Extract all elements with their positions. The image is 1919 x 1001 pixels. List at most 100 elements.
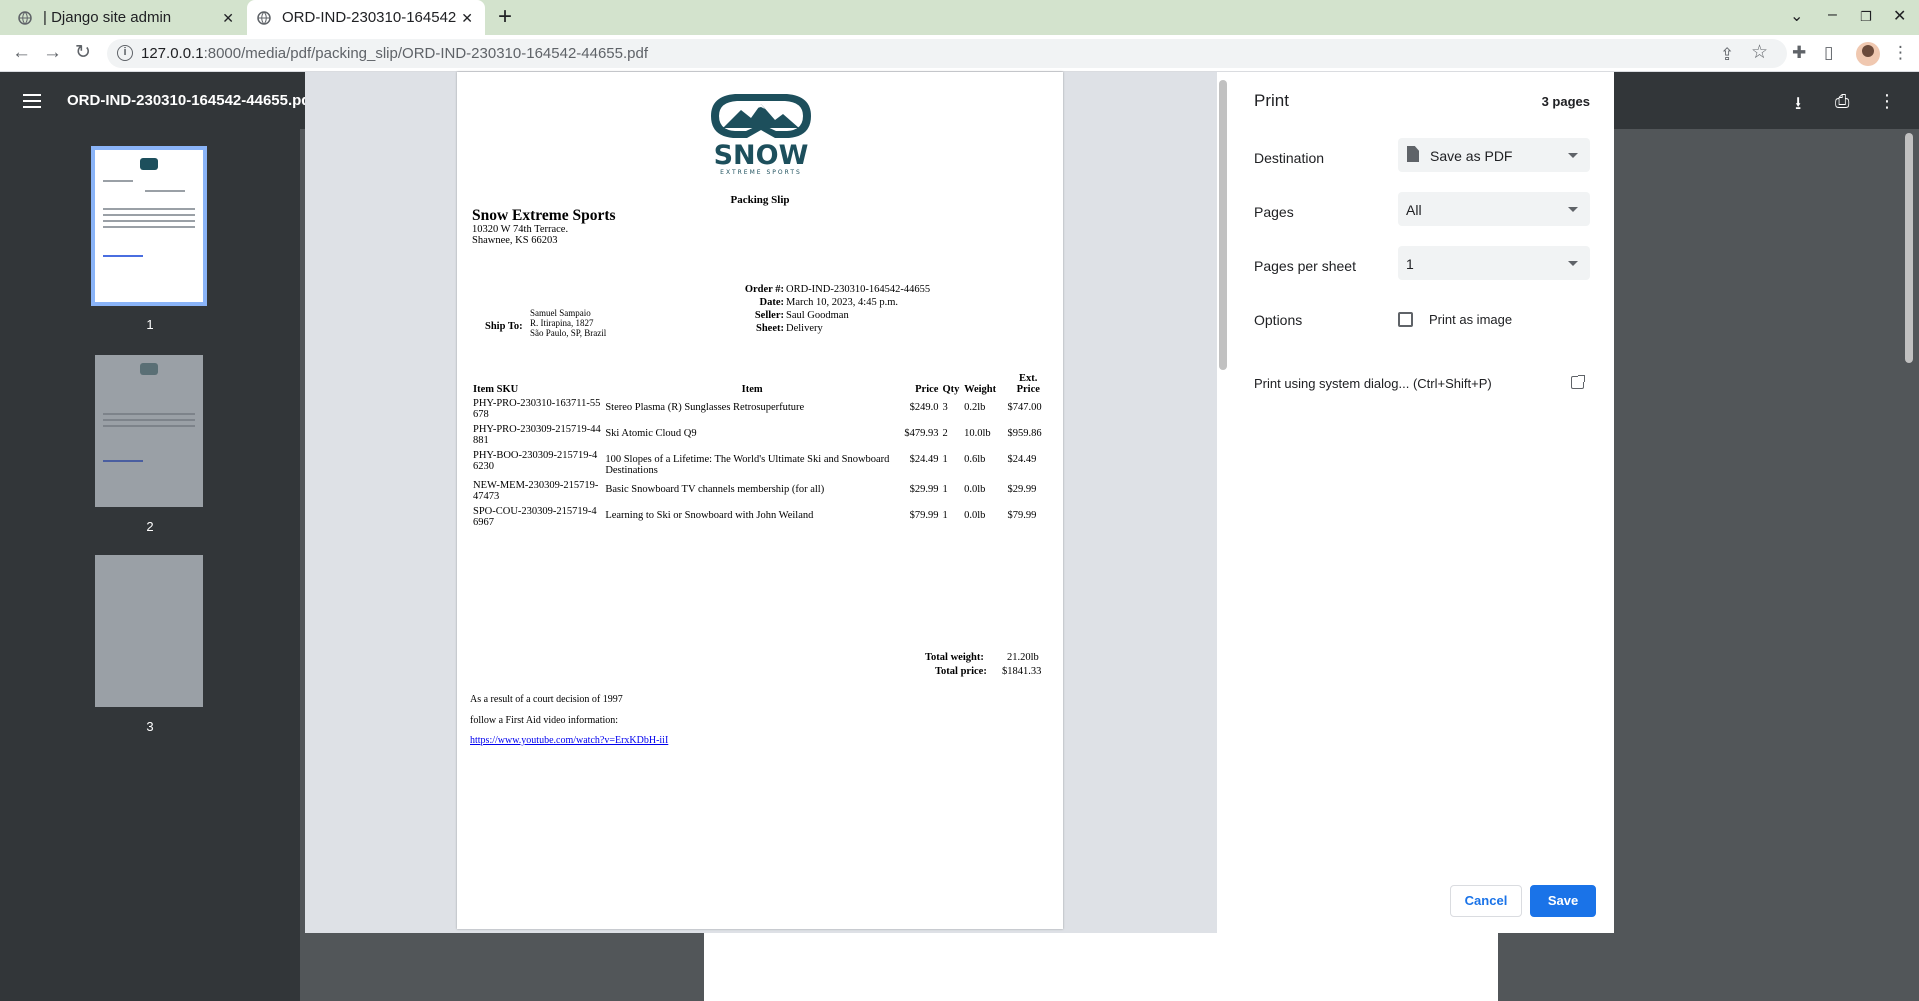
date-label: Date: [759, 297, 785, 308]
tab-search-chevron-icon[interactable]: ⌄ [1790, 6, 1803, 26]
pdf-filename: ORD-IND-230310-164542-44655.pdf [67, 92, 316, 109]
minimize-icon[interactable]: – [1828, 6, 1837, 24]
bookmark-star-icon[interactable]: ☆ [1751, 43, 1768, 62]
page-thumbnail[interactable] [91, 146, 207, 306]
slip-heading: Packing Slip [730, 194, 790, 206]
viewer-scrollbar[interactable] [1905, 133, 1913, 363]
more-options-icon[interactable]: ⋮ [1878, 91, 1896, 112]
item-cell: 100 Slopes of a Lifetime: The World's Ul… [605, 454, 890, 476]
destination-value: Save as PDF [1430, 148, 1513, 164]
printer-icon[interactable]: ⎙ [1835, 91, 1849, 112]
new-tab-button[interactable]: + [498, 4, 512, 30]
ship-city: São Paulo, SP, Brazil [530, 328, 607, 338]
globe-icon [257, 10, 271, 25]
weight-cell: 0.6lb [964, 454, 986, 465]
url-path: :8000/media/pdf/packing_slip/ORD-IND-230… [203, 45, 649, 62]
tab-strip: | Django site admin ✕ ORD-IND-230310-164… [0, 0, 1919, 35]
preview-scrollbar-thumb[interactable] [1219, 80, 1227, 370]
cancel-button[interactable]: Cancel [1450, 885, 1522, 917]
close-tab-icon[interactable]: ✕ [222, 10, 234, 27]
price-cell: $79.99 [909, 510, 939, 521]
pages-select[interactable]: All [1398, 192, 1590, 226]
column-header: Qty [942, 384, 960, 395]
sheet-type: Delivery [786, 323, 823, 334]
site-info-icon[interactable]: i [117, 45, 133, 61]
ship-street: R. Itirapina, 1827 [530, 318, 594, 328]
profile-avatar[interactable] [1856, 42, 1880, 66]
item-cell: Learning to Ski or Snowboard with John W… [605, 510, 814, 521]
thumbnail-number: 3 [146, 719, 154, 734]
sku-cell: PHY-BOO-230309-215719-46230 [473, 450, 598, 472]
note-line2: follow a First Aid video information: [470, 715, 619, 726]
order-date: March 10, 2023, 4:45 p.m. [786, 297, 898, 308]
table-row: PHY-BOO-230309-215719-46230 100 Slopes of… [471, 448, 1051, 478]
sku-cell: NEW-MEM-230309-215719-47473 [473, 480, 599, 502]
weight-cell: 0.0lb [964, 510, 986, 521]
side-panel-icon[interactable]: ▯ [1824, 44, 1833, 61]
total-weight-value: 21.20lb [1007, 652, 1039, 663]
reload-icon[interactable]: ↻ [75, 43, 91, 62]
table-row: SPO-COU-230309-215719-46967 Learning to S… [471, 504, 1051, 530]
pages-label: Pages [1254, 204, 1294, 220]
window-close-icon[interactable]: ✕ [1893, 6, 1906, 26]
thumbnail-number: 1 [146, 317, 154, 332]
tab-django-admin[interactable]: | Django site admin ✕ [8, 0, 246, 35]
save-button[interactable]: Save [1530, 885, 1596, 917]
column-header: Item SKU [473, 384, 519, 395]
pages-per-sheet-select[interactable]: 1 [1398, 246, 1590, 280]
order-label: Order #: [744, 284, 784, 295]
back-arrow-icon[interactable]: ← [12, 43, 31, 62]
share-icon[interactable]: ⇪ [1720, 46, 1734, 63]
note-line1: As a result of a court decision of 1997 [470, 694, 623, 705]
tab-title: ORD-IND-230310-164542- [282, 9, 457, 26]
address-bar[interactable]: i 127.0.0.1:8000/media/pdf/packing_slip/… [107, 39, 1787, 68]
qty-cell: 3 [942, 402, 948, 413]
table-row: NEW-MEM-230309-215719-47473 Basic Snowboa… [471, 478, 1051, 504]
column-header: Item [741, 384, 763, 395]
ship-name: Samuel Sampaio [530, 308, 591, 318]
page-thumbnail[interactable] [95, 555, 203, 707]
video-link[interactable]: https://www.youtube.com/watch?v=ErxKDbH-… [470, 735, 668, 746]
destination-select[interactable]: Save as PDF [1398, 138, 1590, 172]
qty-cell: 1 [942, 484, 948, 495]
table-header-row: Item SKU Item Price Qty Weight Ext. Pric… [471, 372, 1051, 396]
maximize-icon[interactable]: ❐ [1860, 9, 1872, 25]
print-as-image-checkbox[interactable] [1398, 312, 1413, 327]
table-row: PHY-PRO-230309-215719-44881 Ski Atomic Cl… [471, 422, 1051, 448]
sku-cell: PHY-PRO-230310-163711-55678 [473, 398, 601, 420]
forward-arrow-icon[interactable]: → [43, 43, 62, 62]
download-icon[interactable]: ⭳ [1795, 91, 1801, 121]
price-cell: $29.99 [909, 484, 939, 495]
browser-menu-icon[interactable]: ⋮ [1892, 44, 1909, 61]
options-label: Options [1254, 312, 1303, 328]
logo-tagline: EXTREME SPORTS [720, 169, 802, 176]
extensions-puzzle-icon[interactable]: ✚ [1792, 44, 1806, 61]
page-thumbnail[interactable] [95, 355, 203, 507]
sku-cell: SPO-COU-230309-215719-46967 [473, 506, 597, 528]
tab-packing-slip[interactable]: ORD-IND-230310-164542- ✕ [247, 0, 485, 35]
chevron-down-icon [1568, 261, 1578, 266]
menu-icon[interactable] [23, 94, 41, 108]
close-tab-icon[interactable]: ✕ [461, 10, 473, 27]
sku-cell: PHY-PRO-230309-215719-44881 [473, 424, 601, 446]
url-text: 127.0.0.1:8000/media/pdf/packing_slip/OR… [141, 45, 648, 62]
company-name: Snow Extreme Sports [472, 207, 616, 224]
snow-logo-icon: SNOW EXTREME SPORTS [711, 94, 811, 176]
open-external-icon[interactable] [1571, 375, 1585, 389]
print-title: Print [1254, 91, 1289, 110]
column-header: Weight [964, 384, 997, 395]
ext-price-cell: $747.00 [1007, 402, 1042, 413]
price-cell: $24.49 [909, 454, 939, 465]
system-dialog-link[interactable]: Print using system dialog... (Ctrl+Shift… [1254, 376, 1492, 391]
item-cell: Stereo Plasma (R) Sunglasses Retrosuperf… [605, 402, 805, 413]
url-host: 127.0.0.1 [141, 45, 204, 62]
total-weight-label: Total weight: [925, 652, 984, 663]
item-cell: Basic Snowboard TV channels membership (… [605, 484, 825, 495]
chevron-down-icon [1568, 153, 1578, 158]
browser-toolbar: ← → ↻ i 127.0.0.1:8000/media/pdf/packing… [0, 35, 1919, 72]
preview-scrollbar[interactable] [1217, 72, 1229, 933]
weight-cell: 0.0lb [964, 484, 986, 495]
weight-cell: 10.0lb [964, 428, 991, 439]
company-address-line1: 10320 W 74th Terrace. [472, 224, 569, 235]
preview-sheet: SNOW EXTREME SPORTS Packing Slip Snow Ex… [457, 72, 1063, 929]
